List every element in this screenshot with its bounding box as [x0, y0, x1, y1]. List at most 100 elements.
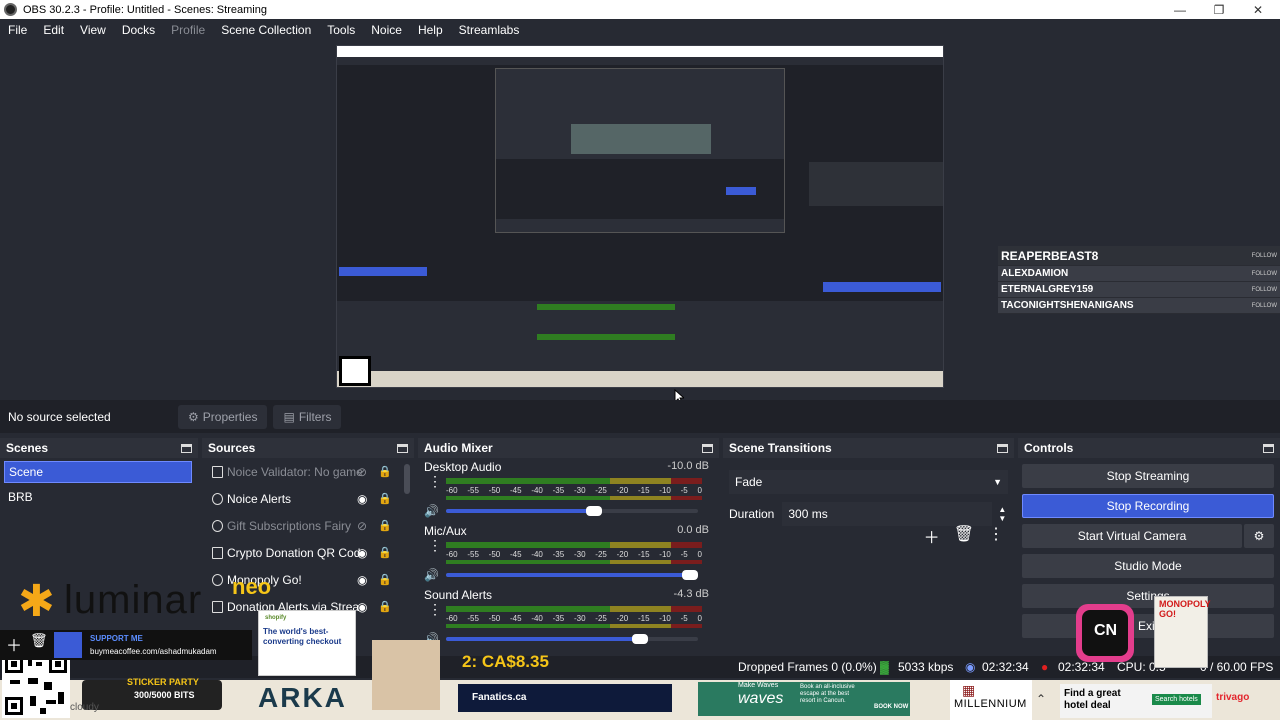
add-icon[interactable]: ＋: [6, 632, 22, 656]
source-toolbar: No source selected ⚙ Properties ▤ Filters: [0, 400, 1280, 433]
lock-icon[interactable]: 🔒: [378, 465, 392, 478]
scale-tick: -50: [488, 550, 501, 559]
lock-icon[interactable]: 🔒: [378, 546, 392, 559]
float-dock-icon[interactable]: [1263, 443, 1274, 453]
more-vertical-icon[interactable]: ⋮: [988, 524, 1004, 548]
preview-titlebar: [337, 46, 943, 57]
stop-streaming-button[interactable]: Stop Streaming: [1022, 464, 1274, 488]
scale-tick: -30: [573, 614, 586, 623]
menu-profile[interactable]: Profile: [163, 23, 213, 37]
eye-icon[interactable]: ◉: [357, 492, 367, 506]
preview-canvas[interactable]: [336, 45, 944, 388]
monopoly-go-card: MONOPOLY GO!: [1154, 596, 1211, 668]
start-virtual-camera-button[interactable]: Start Virtual Camera: [1022, 524, 1242, 548]
float-dock-icon[interactable]: [397, 443, 408, 453]
spin-arrows-icon[interactable]: ▲ ▼: [998, 505, 1006, 523]
stop-recording-button[interactable]: Stop Recording: [1022, 494, 1274, 518]
eye-icon[interactable]: ◉: [357, 573, 367, 587]
lock-icon[interactable]: 🔒: [378, 492, 392, 505]
preview-scene-selected: [339, 267, 427, 276]
lock-icon[interactable]: 🔒: [378, 573, 392, 586]
studio-mode-button[interactable]: Studio Mode: [1022, 554, 1274, 578]
eye-icon[interactable]: ◉: [357, 546, 367, 560]
float-dock-icon[interactable]: [997, 443, 1008, 453]
scene-item-brb[interactable]: BRB: [4, 486, 192, 508]
eye-hidden-icon[interactable]: ⊘: [357, 465, 367, 479]
scale-tick: -30: [573, 550, 586, 559]
donation-amount: 2: CA$8.35: [462, 652, 549, 671]
source-item[interactable]: Crypto Donation QR Code ◉ 🔒: [202, 539, 414, 566]
dock-header: Audio Mixer: [418, 438, 719, 458]
settings-button[interactable]: Settings: [1022, 584, 1274, 608]
close-icon[interactable]: ✕: [1238, 0, 1278, 19]
trash-icon[interactable]: 🗑: [954, 524, 974, 548]
scale-tick: -40: [531, 550, 543, 559]
volume-slider[interactable]: [446, 506, 698, 516]
source-item[interactable]: Noice Validator: No game ⊘ 🔒: [202, 458, 414, 485]
gear-icon: ⚙: [188, 409, 199, 424]
volume-slider[interactable]: [446, 634, 698, 644]
minimize-icon[interactable]: —: [1160, 0, 1200, 19]
meter-scale: -60 -55 -50 -45 -40 -35 -30 -25 -20 -15 -10 -5 0: [446, 614, 702, 624]
source-item[interactable]: Gift Subscriptions Fairy ⊘ 🔒: [202, 512, 414, 539]
float-dock-icon[interactable]: [181, 443, 192, 453]
menu-docks[interactable]: Docks: [114, 23, 163, 37]
float-dock-icon[interactable]: [702, 443, 713, 453]
sources-scrollbar[interactable]: [404, 464, 410, 494]
speaker-icon[interactable]: 🔊: [424, 568, 439, 582]
scale-tick: -50: [488, 486, 501, 495]
hotel-deal-ad: Find a great hotel deal Search hotels: [1060, 684, 1212, 718]
speaker-icon[interactable]: 🔊: [424, 504, 439, 518]
scale-tick: -15: [637, 486, 650, 495]
menu-view[interactable]: View: [72, 23, 114, 37]
audio-mixer-dock: Audio Mixer Desktop Audio -10.0 dB ⋮ -60 -55…: [418, 438, 719, 660]
add-icon[interactable]: ＋: [924, 524, 940, 548]
cn-app-icon: CN: [1076, 604, 1134, 662]
scene-item-scene[interactable]: Scene: [4, 461, 192, 483]
menu-scene-collection[interactable]: Scene Collection: [213, 23, 319, 37]
maximize-icon[interactable]: ❐: [1199, 0, 1239, 19]
lock-icon[interactable]: 🔒: [378, 600, 392, 613]
mixer-channel: Desktop Audio -10.0 dB ⋮ -60 -55 -50 -45 -40 -35…: [418, 458, 719, 522]
duration-spinbox[interactable]: 300 ms: [782, 502, 993, 526]
virtual-camera-settings-button[interactable]: ⚙: [1244, 524, 1274, 548]
level-meter: [446, 560, 702, 564]
menu-help[interactable]: Help: [410, 23, 451, 37]
exit-button[interactable]: Exit: [1022, 614, 1274, 638]
scale-tick: -50: [488, 614, 501, 623]
filters-button[interactable]: ▤ Filters: [273, 404, 342, 429]
menu-tools[interactable]: Tools: [319, 23, 363, 37]
menu-edit[interactable]: Edit: [35, 23, 72, 37]
scale-tick: -35: [552, 614, 565, 623]
eye-icon[interactable]: ◉: [357, 600, 367, 614]
chevron-up-icon[interactable]: ⌃: [1036, 692, 1046, 706]
scale-tick: -55: [467, 614, 479, 623]
dropped-frames: Dropped Frames 0 (0.0%): [738, 660, 877, 674]
trash-icon[interactable]: 🗑: [30, 632, 48, 649]
coffee-cup-icon: [54, 632, 82, 658]
scale-tick: -60: [446, 614, 458, 623]
waves-ad: Make Waves waves Book an all-inclusive e…: [698, 682, 910, 716]
transition-select[interactable]: Fade ▼: [729, 470, 1008, 494]
scale-tick: -40: [531, 486, 543, 495]
properties-button[interactable]: ⚙ Properties: [178, 404, 268, 429]
scale-tick: -25: [595, 550, 607, 559]
channel-db: 0.0 dB: [677, 524, 709, 536]
dock-header: Scene Transitions: [723, 438, 1014, 458]
eye-hidden-icon[interactable]: ⊘: [357, 519, 367, 533]
arka-logo: ARKA: [258, 682, 347, 713]
menu-streamlabs[interactable]: Streamlabs: [451, 23, 528, 37]
scale-tick: -60: [446, 486, 458, 495]
scale-tick: -30: [573, 486, 586, 495]
volume-slider[interactable]: [446, 570, 698, 580]
more-vertical-icon[interactable]: ⋮: [428, 538, 442, 552]
scenes-dock: Scenes Scene BRB: [0, 438, 198, 660]
more-vertical-icon[interactable]: ⋮: [428, 474, 442, 488]
window-titlebar: OBS 30.2.3 - Profile: Untitled - Scenes:…: [0, 0, 1280, 19]
scale-tick: -15: [637, 614, 650, 623]
more-vertical-icon[interactable]: ⋮: [428, 602, 442, 616]
source-item[interactable]: Noice Alerts ◉ 🔒: [202, 485, 414, 512]
menu-file[interactable]: File: [0, 23, 35, 37]
lock-icon[interactable]: 🔒: [378, 519, 392, 532]
menu-noice[interactable]: Noice: [363, 23, 410, 37]
